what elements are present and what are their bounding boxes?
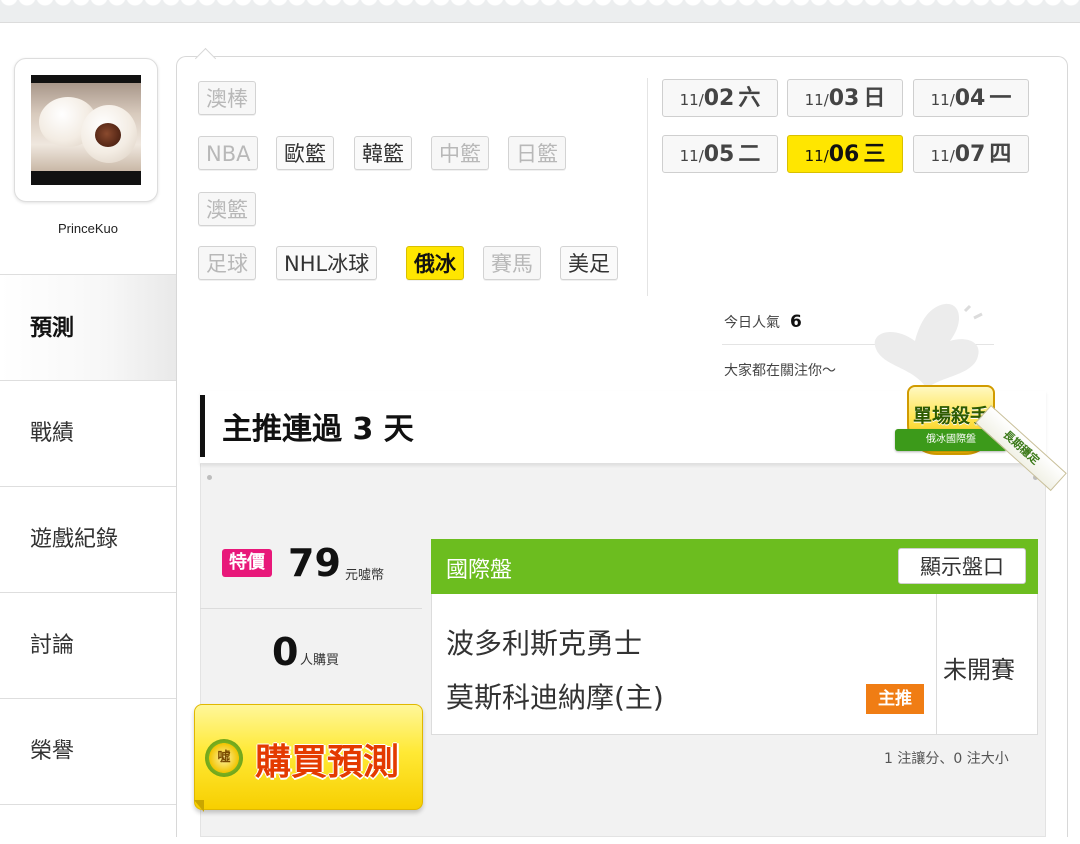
sidebar-item-predict[interactable]: 預測 <box>0 274 176 382</box>
category-aus-baseball[interactable]: 澳棒 <box>198 81 256 115</box>
date-1104[interactable]: 11/04 一 <box>913 79 1029 117</box>
bet-summary: 1 注讓分、0 注大小 <box>884 751 1009 767</box>
popularity-count: 6 <box>790 312 802 332</box>
category-aus-basketball[interactable]: 澳籃 <box>198 192 256 226</box>
sidebar-item-discussion[interactable]: 討論 <box>0 592 176 697</box>
popularity-message: 大家都在關注你～ <box>724 363 836 379</box>
sidebar-item-more <box>0 804 176 844</box>
buy-prediction-button[interactable]: 噓 購買預測 <box>194 704 423 810</box>
sidebar-item-record[interactable]: 戰績 <box>0 380 176 485</box>
match-market-title: 國際盤 <box>446 558 513 583</box>
popularity-row: 今日人氣 6 <box>724 312 802 332</box>
screw-icon <box>207 475 212 480</box>
category-american-football[interactable]: 美足 <box>560 246 618 280</box>
category-date-divider <box>647 78 648 296</box>
sidebar-item-game-log[interactable]: 遊戲紀錄 <box>0 486 176 591</box>
price-unit: 元噓幣 <box>345 568 385 583</box>
category-nba[interactable]: NBA <box>198 136 259 170</box>
category-horse-racing[interactable]: 賽馬 <box>483 246 541 280</box>
away-team: 波多利斯克勇士 <box>446 627 643 660</box>
show-odds-button[interactable]: 顯示盤口 <box>898 548 1026 584</box>
category-nhl-hockey[interactable]: NHL冰球 <box>276 246 378 280</box>
button-fold-decoration <box>194 800 204 812</box>
category-russia-hockey[interactable]: 俄冰 <box>406 246 464 280</box>
avatar-card[interactable] <box>14 58 158 202</box>
date-1102[interactable]: 11/02 六 <box>662 79 778 117</box>
date-1107[interactable]: 11/07 四 <box>913 135 1029 173</box>
category-euro-basketball[interactable]: 歐籃 <box>276 136 334 170</box>
match-status: 未開賽 <box>943 656 1015 684</box>
main-pick-badge: 主推 <box>866 684 924 714</box>
category-korea-basketball[interactable]: 韓籃 <box>354 136 412 170</box>
username: PrinceKuo <box>58 221 118 236</box>
single-match-killer-badge: 單場殺手 俄冰國際盤 長期穩定 <box>895 385 1075 492</box>
top-decorative-border <box>0 0 1080 23</box>
home-team: 莫斯科迪納摩(主) <box>446 681 664 714</box>
sidebar: PrinceKuo 預測 戰績 遊戲紀錄 討論 榮譽 <box>0 22 176 844</box>
match-divider <box>936 594 937 735</box>
streak-accent-bar <box>200 395 205 457</box>
sale-badge: 特價 <box>222 549 272 577</box>
price-value: 79 <box>288 541 341 585</box>
butterfly-decoration-icon <box>874 303 983 386</box>
buyers-count: 0 <box>272 630 299 674</box>
date-1106[interactable]: 11/06 三 <box>787 135 903 173</box>
avatar-photo <box>31 83 141 171</box>
avatar <box>31 75 141 185</box>
popularity-label: 今日人氣 <box>724 315 780 331</box>
coin-icon: 噓 <box>205 739 243 777</box>
streak-title: 主推連過 3 天 <box>222 412 414 447</box>
category-china-basketball[interactable]: 中籃 <box>431 136 489 170</box>
date-1103[interactable]: 11/03 日 <box>787 79 903 117</box>
buy-prediction-label: 購買預測 <box>255 742 400 783</box>
category-soccer[interactable]: 足球 <box>198 246 256 280</box>
offer-divider <box>200 608 422 609</box>
category-japan-basketball[interactable]: 日籃 <box>508 136 566 170</box>
date-1105[interactable]: 11/05 二 <box>662 135 778 173</box>
sidebar-item-honor[interactable]: 榮譽 <box>0 698 176 803</box>
buyers-unit: 人購買 <box>300 653 340 668</box>
